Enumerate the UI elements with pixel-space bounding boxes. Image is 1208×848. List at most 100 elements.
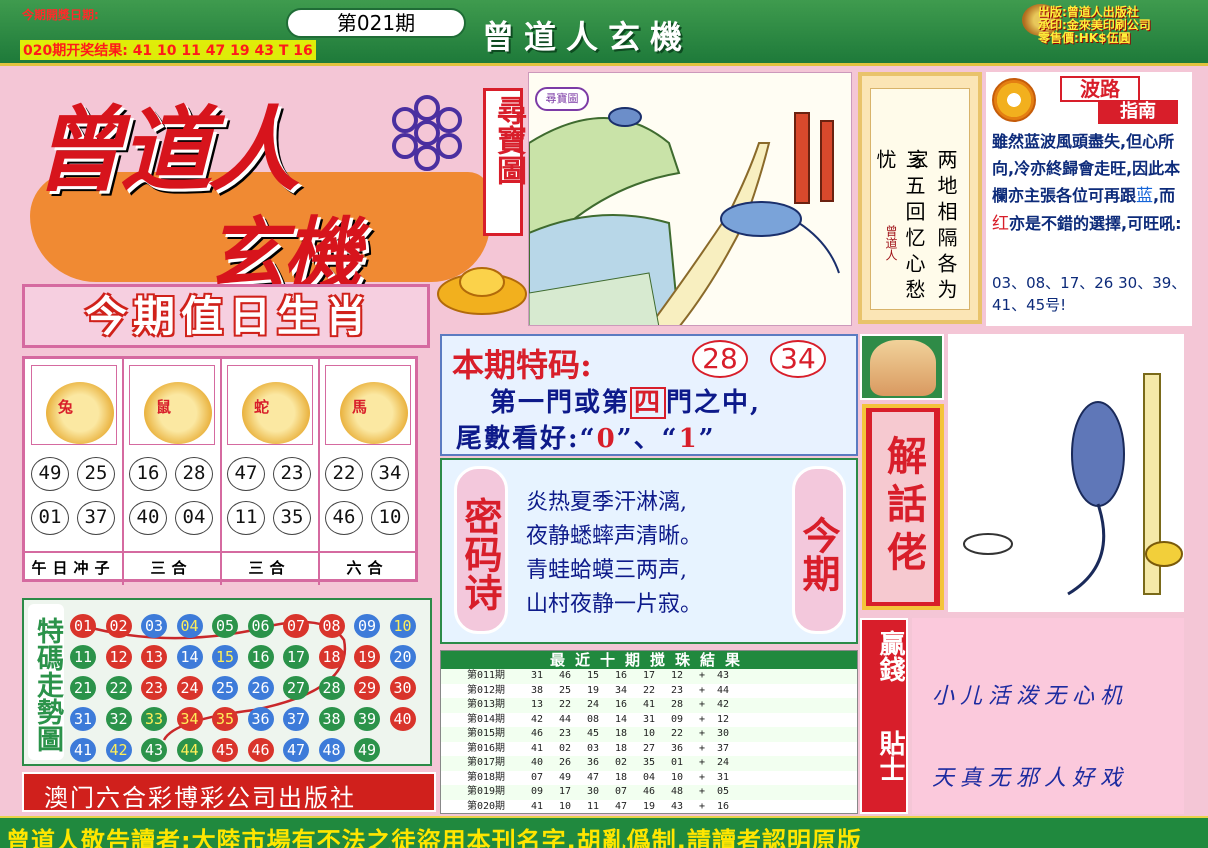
- zodiac-number-ball: 01: [31, 501, 69, 535]
- row-issue: 第017期: [467, 757, 506, 768]
- row-number: 12: [671, 670, 684, 681]
- row-number: 38: [531, 684, 544, 696]
- talk-man-panel: [860, 334, 944, 400]
- row-number: 17: [643, 670, 656, 681]
- row-number: 28: [671, 699, 684, 710]
- row-number: 07: [615, 786, 628, 797]
- cipher-line-3: 青蛙蛤蟆三两声,: [526, 558, 687, 583]
- trend-ball: 06: [247, 614, 274, 638]
- table-row: 第019期 09 17 30 07 46 48 +05: [441, 785, 857, 800]
- left-border-decoration: [2, 70, 20, 814]
- guide-blue-word: 蓝: [1136, 186, 1154, 206]
- zodiac-animal-icon: [340, 382, 408, 444]
- row-plus: +: [699, 670, 706, 681]
- row-special: 16: [717, 800, 730, 812]
- row-number: 16: [615, 670, 628, 681]
- zodiac-numbers: 47 23 11 35: [225, 455, 315, 545]
- trend-ball: 39: [354, 707, 380, 731]
- zodiac-image: 蛇: [227, 365, 313, 445]
- special-title: 本期特码:: [452, 346, 592, 384]
- issue-number: 第021期: [286, 8, 466, 38]
- rings-icon: [392, 95, 462, 171]
- row-issue: 第011期: [467, 670, 506, 681]
- zodiac-relation: 三合: [123, 551, 220, 583]
- special-line-1: 第一門或第四門之中,: [490, 382, 761, 419]
- trend-ball: 43: [141, 738, 167, 762]
- trend-ball: 42: [105, 738, 132, 762]
- zodiac-grid: 兔 49 25 01 37 午日冲子鼠 16 28 40 04 三合蛇 47 23 11 35 三合馬 22 34…: [22, 356, 418, 585]
- zodiac-number-ball: 37: [77, 501, 115, 535]
- trend-ball: 21: [70, 676, 96, 700]
- tips-tag: 贏錢 貼士: [860, 618, 908, 814]
- special-line-2a: 尾數看好:“: [456, 424, 597, 454]
- publisher-name: 澳门六合彩博彩公司出版社: [44, 784, 356, 812]
- trend-ball: 24: [176, 676, 203, 700]
- tips-tag-a: 贏錢: [875, 630, 905, 682]
- row-number: 10: [671, 771, 684, 783]
- row-number: 47: [587, 771, 600, 783]
- trend-ball: 11: [70, 645, 96, 669]
- row-number: 46: [559, 670, 572, 681]
- special-code-panel: 本期特码: 28 34 第一門或第四門之中, 尾數看好:“0”、“1”: [440, 334, 858, 456]
- cipher-line-1: 炎热夏季汗淋漓,: [526, 490, 687, 515]
- footer-notice: 曾道人敬告讀者:大陸市場有不法之徒盜用本刊名字,胡亂僞制,請讀者認明原版: [6, 827, 862, 848]
- trend-ball: 16: [247, 645, 274, 669]
- poem-scroll: 两地相隔各为家 三五回忆心愁忧 曾道人: [858, 72, 982, 324]
- last-result: 020期开奖结果: 41 10 11 47 19 43 T 16: [20, 40, 316, 60]
- zodiac-name: 鼠: [156, 398, 172, 416]
- row-number: 22: [559, 699, 572, 710]
- zodiac-numbers: 49 25 01 37: [29, 455, 119, 545]
- row-number: 30: [587, 786, 600, 797]
- table-row: 第012期 38 25 19 34 22 23 +44: [441, 684, 857, 699]
- cipher-poem: 炎热夏季汗淋漓, 夜静蟋蟀声清晰。 青蛙蛤蟆三两声, 山村夜静一片寂。: [526, 486, 796, 622]
- row-plus: +: [699, 713, 706, 725]
- table-row: 第020期 41 10 11 47 19 43 +16: [441, 800, 857, 814]
- zodiac-number-ball: 34: [371, 457, 409, 491]
- special-line-1a: 第一門或第: [490, 388, 631, 418]
- trend-ball: 28: [318, 676, 345, 700]
- row-issue: 第015期: [467, 728, 506, 739]
- row-number: 09: [531, 786, 544, 797]
- row-special: 37: [717, 742, 730, 754]
- tail-digit-2: 1: [678, 424, 699, 454]
- price-line: 零售價:HK$伍圓: [1038, 31, 1131, 45]
- poem-seal: 曾道人: [884, 225, 898, 261]
- row-issue: 第014期: [467, 713, 506, 725]
- results-title: 最近十期搅珠結果: [441, 651, 857, 669]
- row-number: 16: [615, 699, 628, 710]
- zodiac-number-ball: 22: [325, 457, 363, 491]
- special-line-2b: ”、“: [616, 424, 679, 454]
- row-number: 18: [615, 742, 628, 754]
- zodiac-number-ball: 23: [273, 457, 311, 491]
- row-issue: 第020期: [467, 800, 506, 812]
- row-number: 08: [587, 713, 600, 725]
- row-number: 02: [615, 757, 628, 768]
- footer-bar: 曾道人敬告讀者:大陸市場有不法之徒盜用本刊名字,胡亂僞制,請讀者認明原版: [0, 816, 1208, 848]
- trend-ball: 37: [283, 707, 309, 731]
- row-number: 23: [559, 728, 572, 739]
- row-number: 42: [531, 713, 544, 725]
- zodiac-column: 鼠 16 28 40 04 三合: [123, 359, 222, 585]
- treasure-map-image: 尋寶圖: [528, 72, 852, 326]
- trend-chart: 特碼走勢圖 01 02 03 04 05 06 07 08 09 10 11 12 13 14 15 16 17…: [22, 598, 432, 766]
- row-number: 07: [531, 771, 544, 783]
- guide-red-word: 红: [992, 214, 1009, 234]
- zodiac-number-ball: 16: [129, 457, 167, 491]
- poem-line-2: 三五回忆心愁忧: [873, 149, 926, 305]
- logo-area: 曾道人 玄機: [22, 72, 522, 300]
- trend-ball: 02: [105, 614, 132, 638]
- yin-yang-icon: [992, 78, 1036, 122]
- row-number: 36: [587, 757, 600, 768]
- trend-ball: 19: [354, 645, 380, 669]
- row-issue: 第018期: [467, 771, 506, 783]
- zodiac-column: 馬 22 34 46 10 六合: [319, 359, 418, 585]
- trend-ball: 30: [389, 676, 416, 700]
- row-number: 09: [671, 713, 684, 725]
- row-number: 25: [559, 684, 572, 696]
- row-number: 02: [559, 742, 572, 754]
- row-special: 42: [717, 699, 730, 710]
- special-door-box: 四: [630, 387, 667, 419]
- row-number: 41: [531, 742, 544, 754]
- zodiac-number-ball: 47: [227, 457, 265, 491]
- wave-guide-panel: 波路 指南 雖然蓝波風頭盡失,但心所向,冷亦終歸會走旺,因此本欄亦主張各位可再跟…: [986, 72, 1192, 326]
